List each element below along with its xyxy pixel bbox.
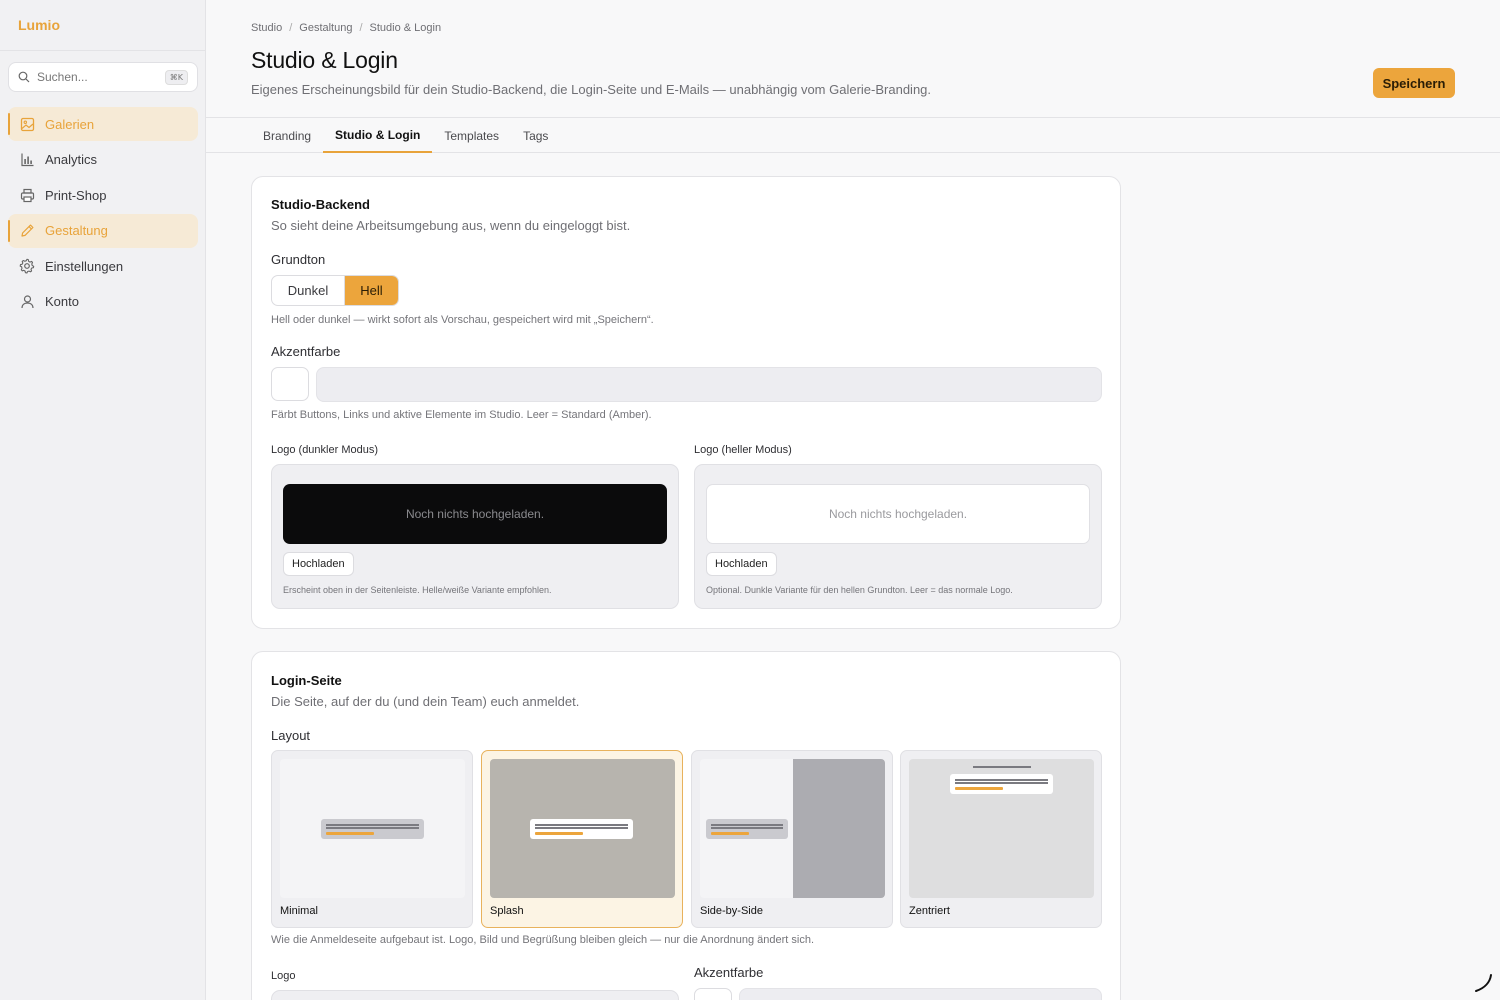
search-input[interactable] xyxy=(37,70,165,84)
layout-option-side-by-side[interactable]: Side-by-Side xyxy=(691,750,893,928)
studio-backend-card: Studio-Backend So sieht deine Arbeitsumg… xyxy=(251,176,1121,629)
printer-icon xyxy=(19,187,35,203)
layout-preview xyxy=(700,759,885,898)
tone-light-button[interactable]: Hell xyxy=(345,276,398,305)
sidebar-item-konto[interactable]: Konto xyxy=(8,285,198,319)
layout-preview xyxy=(490,759,675,898)
logo-dark-hint: Erscheint oben in der Seitenleiste. Hell… xyxy=(283,585,552,595)
layout-preview xyxy=(280,759,465,898)
logo-dark-label: Logo (dunkler Modus) xyxy=(271,444,379,456)
login-logo-box xyxy=(271,990,679,1000)
logo-dark-preview: Noch nichts hochgeladen. xyxy=(283,484,667,544)
sidebar-item-galerien[interactable]: Galerien xyxy=(8,107,198,141)
breadcrumb-item[interactable]: Gestaltung xyxy=(299,22,352,34)
search-shortcut: ⌘K xyxy=(164,69,188,85)
main-content: Studio / Gestaltung / Studio & Login Stu… xyxy=(206,0,1500,1000)
layout-hint: Wie die Anmeldeseite aufgebaut ist. Logo… xyxy=(271,934,815,946)
login-page-card: Login-Seite Die Seite, auf der du (und d… xyxy=(251,651,1121,1000)
layout-name: Side-by-Side xyxy=(700,905,763,917)
preview-form xyxy=(950,774,1053,794)
tone-hint: Hell oder dunkel — wirkt sofort als Vors… xyxy=(271,314,654,326)
tone-dark-button[interactable]: Dunkel xyxy=(272,276,345,305)
preview-form xyxy=(321,819,424,839)
sidebar-item-label: Analytics xyxy=(45,152,98,168)
tab-bar: Branding Studio & Login Templates Tags xyxy=(206,117,1500,153)
login-accent-label: Akzentfarbe xyxy=(694,965,764,980)
tab-tags[interactable]: Tags xyxy=(511,118,560,153)
layout-preview xyxy=(909,759,1094,898)
save-button[interactable]: Speichern xyxy=(1373,68,1455,98)
accent-color-swatch[interactable] xyxy=(271,367,309,401)
preview-form xyxy=(530,819,633,839)
app-logo[interactable]: Lumio xyxy=(0,0,205,51)
breadcrumb-separator: / xyxy=(289,22,293,34)
preview-form xyxy=(706,819,788,839)
preview-logo-line xyxy=(973,766,1031,768)
layout-name: Minimal xyxy=(280,905,318,917)
login-logo-label: Logo xyxy=(271,970,296,982)
pencil-icon xyxy=(19,223,35,239)
breadcrumb-separator: / xyxy=(359,22,363,34)
preview-image-panel xyxy=(793,759,885,898)
sidebar-item-label: Gestaltung xyxy=(45,223,108,239)
loading-spinner-icon xyxy=(1475,974,1492,992)
layout-name: Splash xyxy=(490,905,524,917)
sidebar-item-einstellungen[interactable]: Einstellungen xyxy=(8,249,198,283)
logo-dark-upload-button[interactable]: Hochladen xyxy=(283,552,354,576)
breadcrumb-item: Studio & Login xyxy=(369,22,442,34)
search-box[interactable]: ⌘K xyxy=(8,62,198,92)
sidebar-nav: Galerien Analytics Print-Shop Gestaltung… xyxy=(8,107,198,321)
sidebar-item-label: Print-Shop xyxy=(45,187,107,203)
tab-templates[interactable]: Templates xyxy=(432,118,511,153)
login-accent-swatch[interactable] xyxy=(694,988,732,1000)
breadcrumb-item[interactable]: Studio xyxy=(251,22,282,34)
logo-light-box: Noch nichts hochgeladen. Hochladen Optio… xyxy=(694,464,1102,609)
sidebar-item-label: Einstellungen xyxy=(45,258,124,274)
card-title: Login-Seite xyxy=(271,673,342,688)
search-icon xyxy=(18,71,30,83)
sidebar: Lumio ⌘K Galerien Analytics Print-Shop G… xyxy=(0,0,206,1000)
layout-option-minimal[interactable]: Minimal xyxy=(271,750,473,928)
page-subtitle: Eigenes Erscheinungsbild für dein Studio… xyxy=(251,82,932,97)
layout-option-splash[interactable]: Splash xyxy=(481,750,683,928)
sidebar-item-gestaltung[interactable]: Gestaltung xyxy=(8,213,198,248)
layout-label: Layout xyxy=(271,728,311,743)
sidebar-item-print-shop[interactable]: Print-Shop xyxy=(8,178,198,212)
breadcrumb: Studio / Gestaltung / Studio & Login xyxy=(251,22,441,34)
card-title: Studio-Backend xyxy=(271,197,370,212)
card-subtitle: So sieht deine Arbeitsumgebung aus, wenn… xyxy=(271,218,631,233)
card-subtitle: Die Seite, auf der du (und dein Team) eu… xyxy=(271,694,580,709)
logo-light-preview: Noch nichts hochgeladen. xyxy=(706,484,1090,544)
login-accent-input[interactable] xyxy=(739,988,1102,1000)
tab-branding[interactable]: Branding xyxy=(251,118,323,153)
tab-studio-login[interactable]: Studio & Login xyxy=(323,118,433,153)
bar-chart-icon xyxy=(19,152,35,168)
accent-hint: Färbt Buttons, Links und aktive Elemente… xyxy=(271,409,652,421)
image-icon xyxy=(19,116,35,132)
sidebar-item-label: Konto xyxy=(45,294,79,310)
logo-dark-box: Noch nichts hochgeladen. Hochladen Ersch… xyxy=(271,464,679,609)
accent-color-input[interactable] xyxy=(316,367,1102,402)
tone-label: Grundton xyxy=(271,252,326,267)
sidebar-item-analytics[interactable]: Analytics xyxy=(8,143,198,177)
logo-light-label: Logo (heller Modus) xyxy=(694,444,792,456)
logo-light-upload-button[interactable]: Hochladen xyxy=(706,552,777,576)
logo-light-hint: Optional. Dunkle Variante für den hellen… xyxy=(706,585,1013,595)
sidebar-item-label: Galerien xyxy=(45,116,95,132)
accent-label: Akzentfarbe xyxy=(271,344,341,359)
tone-toggle: Dunkel Hell xyxy=(271,275,399,306)
user-icon xyxy=(19,294,35,310)
page-title: Studio & Login xyxy=(251,47,398,73)
layout-name: Zentriert xyxy=(909,905,950,917)
layout-option-zentriert[interactable]: Zentriert xyxy=(900,750,1102,928)
gear-icon xyxy=(19,258,35,274)
